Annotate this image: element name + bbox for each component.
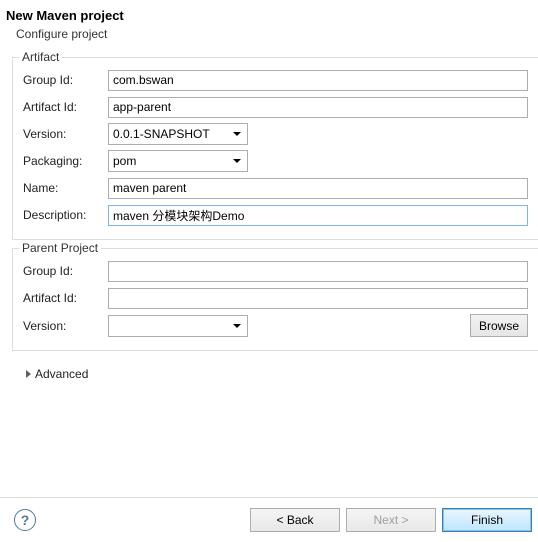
next-button: Next > xyxy=(346,508,436,532)
chevron-down-icon xyxy=(233,132,241,136)
advanced-toggle[interactable]: Advanced xyxy=(12,359,538,381)
parent-legend: Parent Project xyxy=(19,241,101,255)
parent-version-combo[interactable] xyxy=(108,315,248,337)
version-label: Version: xyxy=(23,127,108,141)
parent-group: Parent Project Group Id: Artifact Id: Ve… xyxy=(12,248,538,351)
parent-version-label: Version: xyxy=(23,319,108,333)
wizard-subtitle: Configure project xyxy=(6,27,526,41)
back-button[interactable]: < Back xyxy=(250,508,340,532)
chevron-down-icon xyxy=(233,159,241,163)
chevron-down-icon xyxy=(233,324,241,328)
group-id-row: Group Id: xyxy=(23,69,528,91)
parent-group-id-label: Group Id: xyxy=(23,264,108,278)
finish-button[interactable]: Finish xyxy=(442,508,532,532)
artifact-legend: Artifact xyxy=(19,50,62,64)
name-input[interactable] xyxy=(108,178,528,199)
artifact-id-input[interactable] xyxy=(108,97,528,118)
footer-buttons: < Back Next > Finish xyxy=(250,508,532,532)
packaging-value: pom xyxy=(113,154,233,168)
version-value: 0.0.1-SNAPSHOT xyxy=(113,127,233,141)
artifact-id-row: Artifact Id: xyxy=(23,96,528,118)
chevron-right-icon xyxy=(26,370,31,378)
wizard-content: Artifact Group Id: Artifact Id: Version:… xyxy=(0,51,538,381)
parent-group-id-input[interactable] xyxy=(108,261,528,282)
wizard-footer: ? < Back Next > Finish xyxy=(0,497,538,542)
wizard-header: New Maven project Configure project xyxy=(0,0,538,51)
version-combo[interactable]: 0.0.1-SNAPSHOT xyxy=(108,123,248,145)
wizard-title: New Maven project xyxy=(6,8,526,23)
group-id-input[interactable] xyxy=(108,70,528,91)
parent-artifact-id-input[interactable] xyxy=(108,288,528,309)
description-input[interactable] xyxy=(108,205,528,226)
artifact-id-label: Artifact Id: xyxy=(23,100,108,114)
advanced-label: Advanced xyxy=(35,367,88,381)
packaging-combo[interactable]: pom xyxy=(108,150,248,172)
description-label: Description: xyxy=(23,208,108,222)
help-icon[interactable]: ? xyxy=(14,509,36,531)
group-id-label: Group Id: xyxy=(23,73,108,87)
browse-button[interactable]: Browse xyxy=(470,314,528,337)
parent-group-id-row: Group Id: xyxy=(23,260,528,282)
parent-artifact-id-row: Artifact Id: xyxy=(23,287,528,309)
description-row: Description: xyxy=(23,204,528,226)
parent-version-row: Version: Browse xyxy=(23,314,528,337)
packaging-label: Packaging: xyxy=(23,154,108,168)
parent-artifact-id-label: Artifact Id: xyxy=(23,291,108,305)
artifact-group: Artifact Group Id: Artifact Id: Version:… xyxy=(12,57,538,240)
version-row: Version: 0.0.1-SNAPSHOT xyxy=(23,123,528,145)
name-label: Name: xyxy=(23,181,108,195)
packaging-row: Packaging: pom xyxy=(23,150,528,172)
name-row: Name: xyxy=(23,177,528,199)
